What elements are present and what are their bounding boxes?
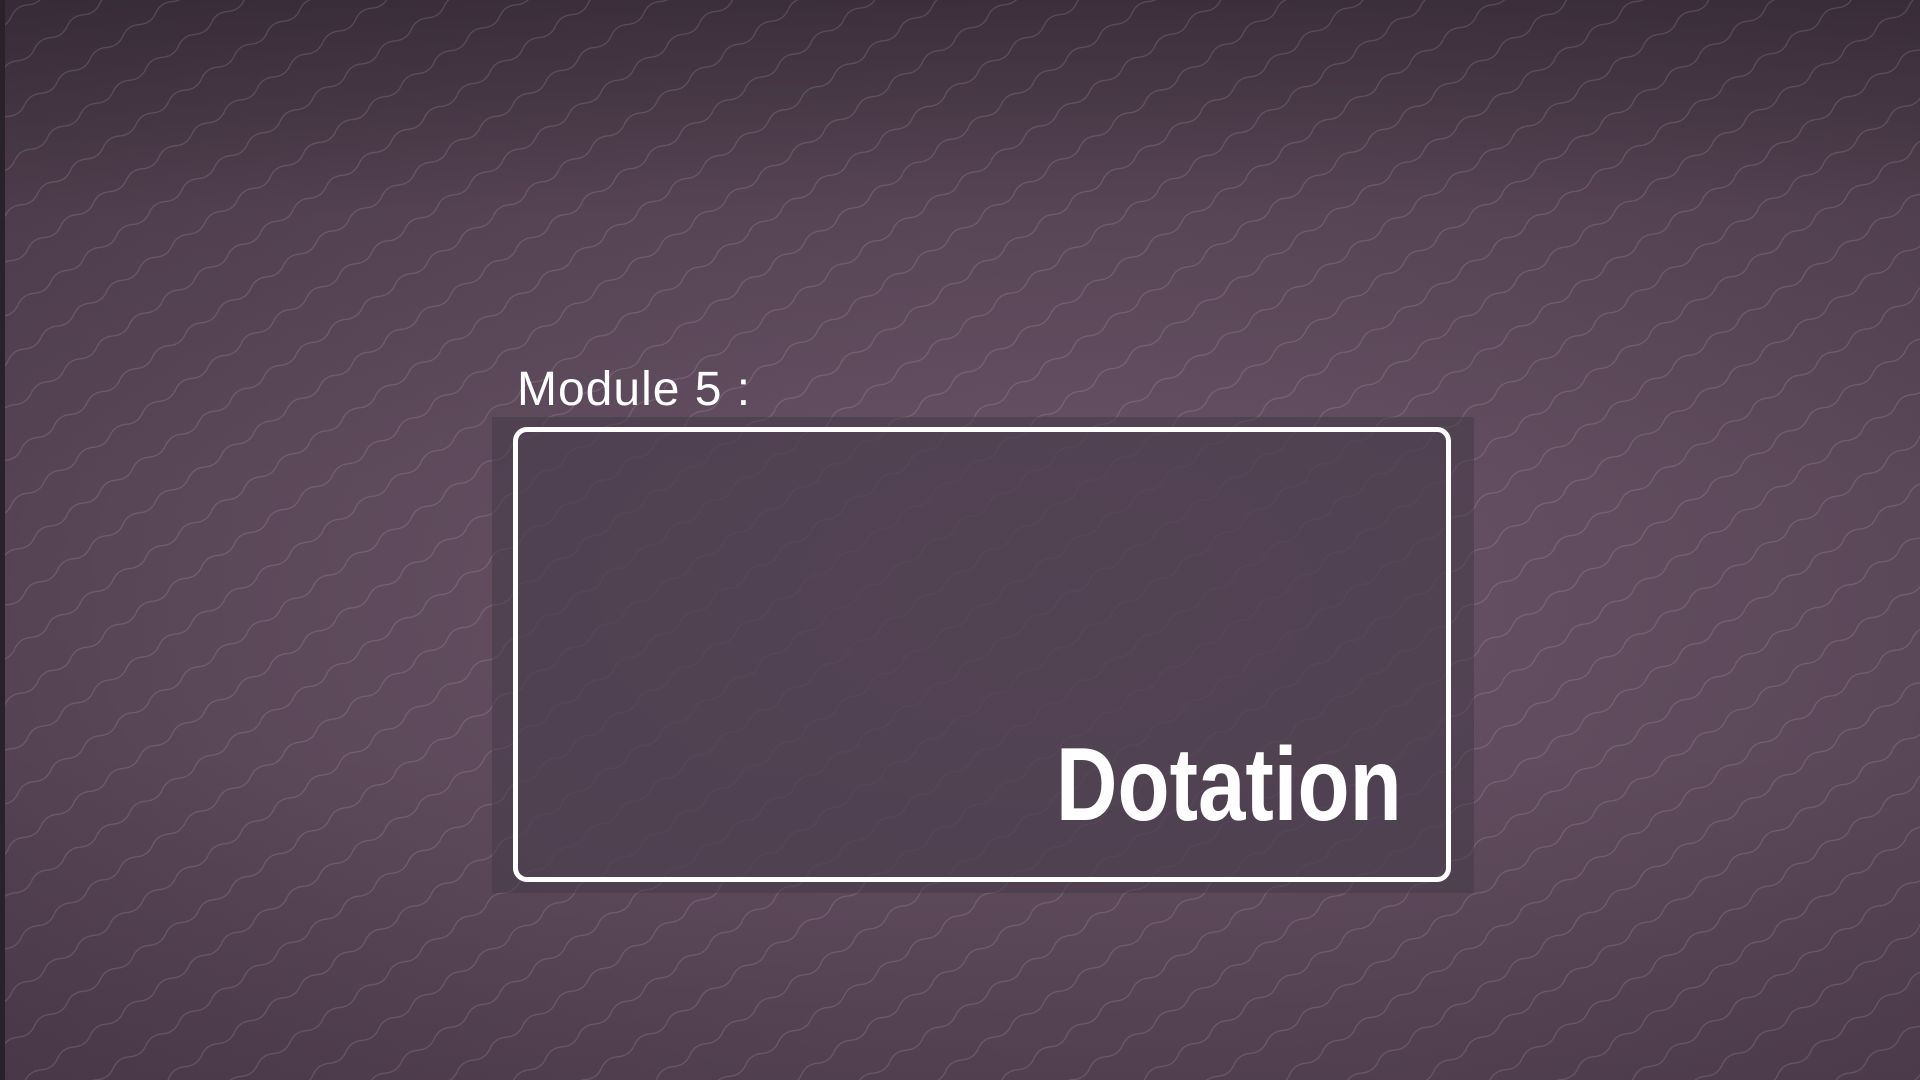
module-card: Dotation [513, 427, 1451, 882]
module-label: Module 5 : [517, 363, 752, 416]
card-title: Dotation [1056, 727, 1402, 843]
slide-background: Module 5 : Dotation [0, 0, 1920, 1080]
left-edge-bar [0, 0, 5, 1080]
